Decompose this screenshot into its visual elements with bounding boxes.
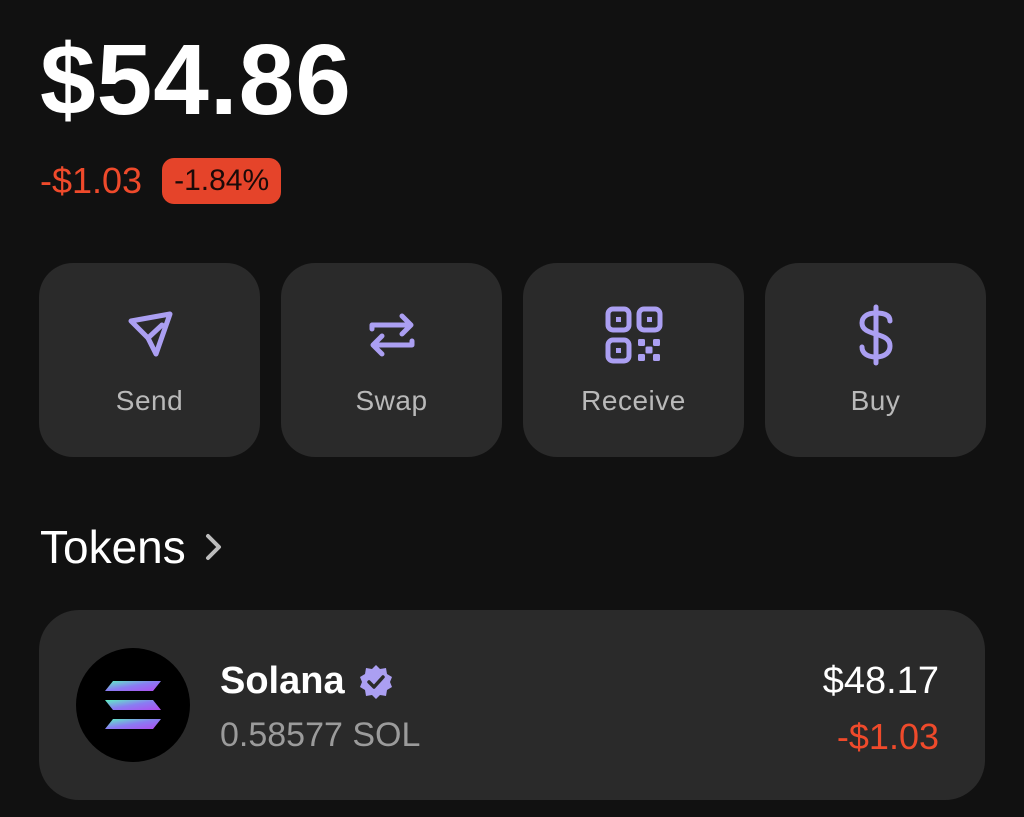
token-row-solana[interactable]: Solana 0.58577 SOL $48.17 -$1.03 <box>39 610 985 800</box>
buy-label: Buy <box>850 385 901 416</box>
solana-logo-icon <box>76 648 190 762</box>
token-change: -$1.03 <box>836 716 939 757</box>
chevron-right-icon <box>205 534 221 560</box>
buy-button[interactable]: Buy <box>765 263 986 457</box>
token-name: Solana <box>220 660 345 702</box>
token-name-row: Solana <box>220 660 395 703</box>
send-button[interactable]: Send <box>39 263 260 457</box>
swap-icon <box>360 303 424 367</box>
verified-badge-icon <box>359 664 392 699</box>
portfolio-change-amount: -$1.03 <box>40 160 143 201</box>
dollar-icon <box>844 303 908 367</box>
wallet-home: $54.86 -$1.03 -1.84% Send Swap Receive B… <box>0 0 1024 817</box>
qr-code-icon <box>602 303 666 367</box>
quick-actions: Send Swap Receive Buy <box>39 263 986 457</box>
receive-label: Receive <box>581 385 686 416</box>
swap-label: Swap <box>355 385 428 416</box>
portfolio-change-percent-badge: -1.84% <box>162 158 282 204</box>
portfolio-balance: $54.86 <box>40 24 352 136</box>
portfolio-change-row: -$1.03 -1.84% <box>40 158 282 204</box>
token-amount: 0.58577 SOL <box>220 716 421 754</box>
tokens-section-link[interactable]: Tokens <box>40 520 226 574</box>
tokens-section-title: Tokens <box>40 521 186 573</box>
send-icon <box>118 303 182 367</box>
receive-button[interactable]: Receive <box>523 263 744 457</box>
token-value: $48.17 <box>822 660 939 702</box>
swap-button[interactable]: Swap <box>281 263 502 457</box>
send-label: Send <box>115 385 184 416</box>
